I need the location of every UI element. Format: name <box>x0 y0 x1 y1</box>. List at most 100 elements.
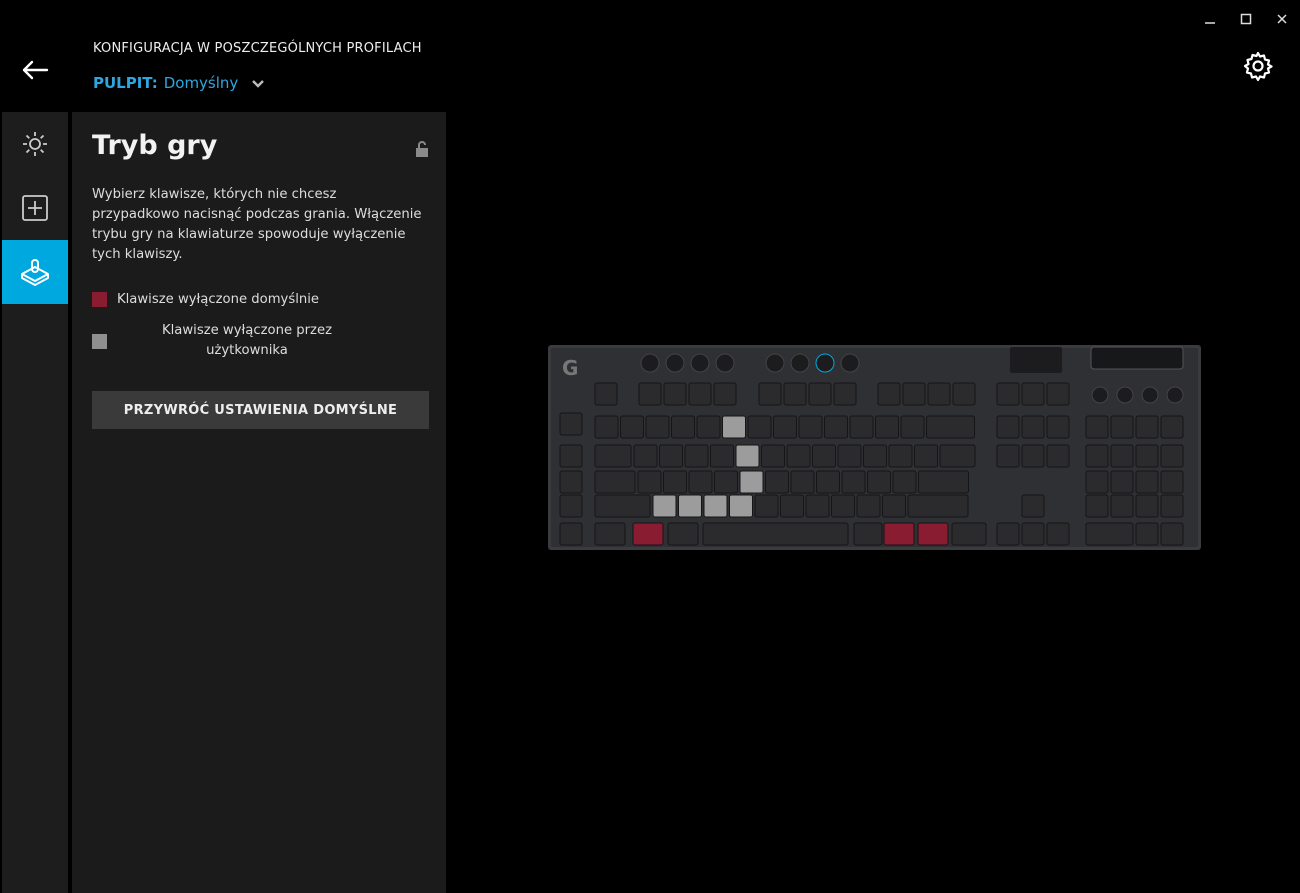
keyboard-key <box>594 415 619 439</box>
keyboard-key <box>1021 494 1045 518</box>
keyboard-key <box>883 522 915 546</box>
keyboard-key <box>1021 522 1045 546</box>
keyboard-key <box>926 415 975 439</box>
gear-icon[interactable] <box>1242 50 1274 82</box>
keyboard-key <box>856 494 881 518</box>
keyboard-key <box>790 470 815 494</box>
keyboard-key <box>1135 494 1159 518</box>
keyboard-key <box>816 470 840 494</box>
keyboard-key <box>1160 470 1184 494</box>
keyboard-key <box>696 415 721 439</box>
keyboard-key <box>761 444 785 468</box>
keyboard-key <box>841 470 866 494</box>
keyboard-key <box>783 382 807 406</box>
keyboard-key <box>1046 415 1070 439</box>
back-arrow-icon[interactable] <box>18 56 52 84</box>
keyboard-key <box>1110 415 1134 439</box>
media-key <box>1166 386 1184 404</box>
keyboard-key <box>892 470 917 494</box>
profile-selector[interactable]: PULPIT: Domyślny <box>93 73 266 92</box>
keyboard-key <box>652 494 677 518</box>
legend-label-default: Klawisze wyłączone domyślnie <box>117 292 320 307</box>
keyboard-key <box>1021 415 1045 439</box>
keyboard-key <box>833 382 857 406</box>
g-logo-icon: G <box>562 356 578 380</box>
keyboard-key <box>663 470 687 494</box>
legend-swatch-default <box>92 292 107 307</box>
keyboard-key <box>914 444 938 468</box>
keyboard-key <box>917 522 949 546</box>
assignments-icon <box>22 195 48 221</box>
media-button <box>665 353 685 373</box>
keyboard-key <box>765 470 789 494</box>
keyboard-key <box>875 415 899 439</box>
keyboard-key <box>1085 494 1109 518</box>
keyboard-key <box>849 415 874 439</box>
reset-defaults-button[interactable]: PRZYWRÓĆ USTAWIENIA DOMYŚLNE <box>92 391 429 429</box>
keyboard-key <box>1135 522 1159 546</box>
keyboard-key <box>714 470 738 494</box>
keyboard-key <box>1021 444 1045 468</box>
media-button <box>715 353 735 373</box>
keyboard-key <box>877 382 901 406</box>
volume-roller <box>1090 346 1184 370</box>
keyboard-key <box>671 415 695 439</box>
keyboard-key <box>900 415 925 439</box>
keyboard-key <box>633 444 658 468</box>
page-title: KONFIGURACJA W POSZCZEGÓLNYCH PROFILACH <box>93 41 422 56</box>
keyboard-key <box>637 470 662 494</box>
keyboard-key <box>1135 444 1159 468</box>
keyboard-key <box>559 470 583 494</box>
keyboard-key <box>1046 522 1070 546</box>
keyboard-key <box>710 444 734 468</box>
keyboard-key <box>867 470 891 494</box>
rail-item-lighting[interactable] <box>2 112 68 176</box>
keyboard-key <box>952 382 976 406</box>
close-icon[interactable] <box>1264 8 1300 30</box>
keyboard-key <box>754 494 779 518</box>
keyboard-key <box>663 382 687 406</box>
maximize-icon[interactable] <box>1228 8 1264 30</box>
keyboard-key <box>1160 522 1184 546</box>
keyboard-key <box>620 415 644 439</box>
panel-description: Wybierz klawisze, których nie chcesz prz… <box>92 187 422 262</box>
mode-button <box>790 353 810 373</box>
lightspeed-indicator <box>1010 347 1062 373</box>
minimize-icon[interactable] <box>1192 8 1228 30</box>
keyboard-key <box>713 382 737 406</box>
keyboard-key <box>882 494 906 518</box>
rail-item-assignments[interactable] <box>2 176 68 240</box>
keyboard-key <box>645 415 670 439</box>
keyboard-key <box>638 382 662 406</box>
panel-title: Tryb gry <box>92 130 218 161</box>
profile-label: PULPIT: <box>93 73 158 92</box>
keyboard-key <box>684 444 709 468</box>
keyboard-key <box>780 494 804 518</box>
keyboard-key <box>1135 415 1159 439</box>
keyboard-image: G <box>548 345 1201 550</box>
profile-value: Domyślny <box>163 73 239 92</box>
keyboard-key <box>837 444 862 468</box>
keyboard-key <box>824 415 848 439</box>
keyboard-key <box>996 382 1020 406</box>
mode-button <box>815 353 835 373</box>
rail-item-game-mode[interactable] <box>2 240 68 304</box>
keyboard-key <box>773 415 797 439</box>
legend-default-disabled: Klawisze wyłączone domyślnie <box>92 292 319 307</box>
keyboard-key <box>951 522 987 546</box>
keyboard-key <box>758 382 782 406</box>
keyboard-key <box>853 522 883 546</box>
keyboard-key <box>888 444 913 468</box>
media-button <box>690 353 710 373</box>
keyboard-key <box>1085 522 1134 546</box>
unlock-icon[interactable] <box>414 140 430 162</box>
media-key <box>1091 386 1109 404</box>
keyboard-key <box>632 522 664 546</box>
keyboard-key <box>1021 382 1045 406</box>
keyboard-key <box>1160 494 1184 518</box>
keyboard-key <box>812 444 836 468</box>
keyboard-key <box>703 494 728 518</box>
legend-label-user: Klawisze wyłączone przez użytkownika <box>161 323 332 358</box>
keyboard-key <box>559 412 583 436</box>
keyboard-key <box>678 494 702 518</box>
